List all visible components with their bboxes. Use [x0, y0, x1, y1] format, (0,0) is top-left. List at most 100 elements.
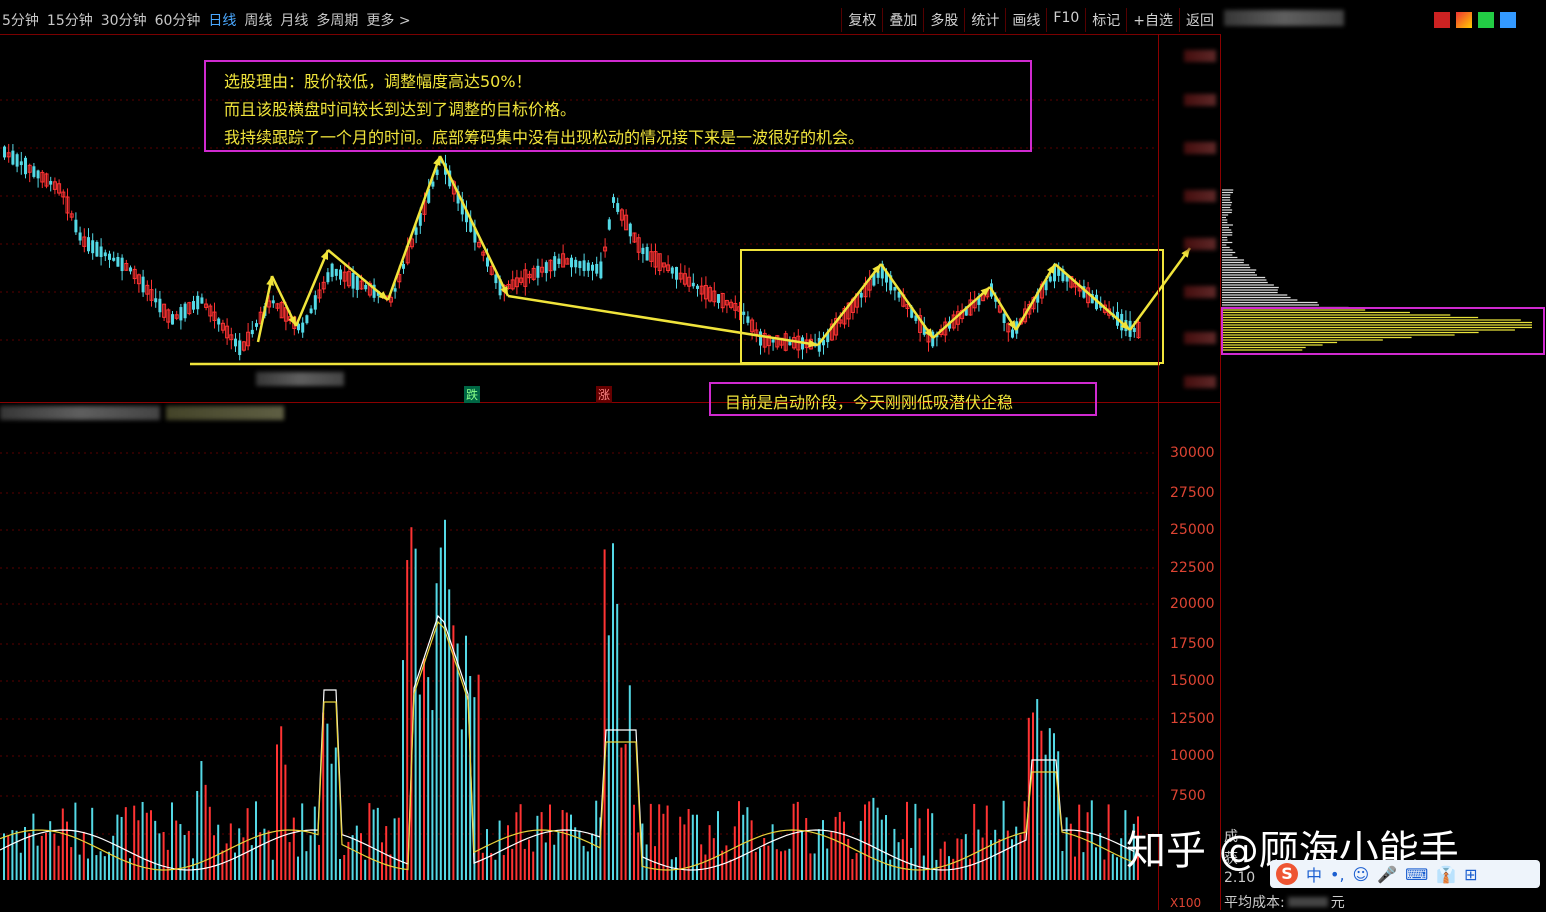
- volume-bar: [460, 729, 463, 880]
- volume-bar: [969, 858, 971, 880]
- volume-bar: [234, 852, 236, 880]
- volume-bar: [36, 845, 39, 880]
- volume-bar: [528, 839, 530, 880]
- volume-bar: [729, 859, 732, 880]
- candle: [141, 276, 145, 293]
- ime-menu-icon[interactable]: ⊞: [1464, 865, 1477, 884]
- ime-emoji-icon[interactable]: ☺: [1353, 865, 1370, 884]
- volume-bar: [292, 817, 295, 880]
- candle: [196, 295, 200, 310]
- volume-bar: [1086, 812, 1089, 880]
- avg-cost-row: 平均成本: 元: [1224, 892, 1345, 912]
- volume-bar: [481, 852, 484, 880]
- volume-bar: [330, 763, 333, 880]
- candle: [536, 265, 540, 278]
- volume-bar: [490, 852, 493, 880]
- trend-arrow: [817, 263, 882, 346]
- volume-bar: [397, 817, 400, 880]
- candle: [330, 263, 334, 277]
- candle: [364, 284, 368, 290]
- volume-bar: [213, 835, 215, 880]
- ime-skin-icon[interactable]: 👔: [1436, 865, 1456, 884]
- ime-keyboard-icon[interactable]: ⌨: [1405, 865, 1428, 884]
- candle: [200, 297, 204, 304]
- volume-bar: [124, 807, 127, 880]
- volume-bar: [704, 854, 707, 880]
- volume-bar: [271, 859, 274, 880]
- volume-bar: [78, 854, 81, 880]
- volume-bar: [985, 805, 988, 880]
- candle: [217, 318, 221, 325]
- volume-bar: [822, 820, 824, 880]
- volume-bar: [1019, 834, 1022, 880]
- volume-bar: [154, 820, 157, 880]
- volume-bar: [389, 854, 392, 880]
- avg-cost-label: 平均成本:: [1224, 895, 1285, 911]
- volume-bar: [427, 677, 430, 880]
- price-label-blurred: [1184, 50, 1216, 62]
- volume-bar: [889, 859, 892, 880]
- volume-tick: 12500: [1170, 711, 1215, 727]
- trend-arrow: [879, 263, 935, 339]
- volume-bar: [15, 830, 18, 880]
- volume-bar: [796, 801, 799, 880]
- candle: [1132, 328, 1136, 332]
- price-label-blurred: [1184, 190, 1216, 202]
- volume-bar: [809, 853, 812, 880]
- volume-bar: [817, 829, 820, 880]
- volume-bar: [494, 859, 497, 880]
- volume-bar: [456, 643, 459, 880]
- volume-bar: [1078, 804, 1081, 880]
- volume-bar: [893, 828, 896, 880]
- volume-bar: [91, 807, 94, 880]
- candle: [36, 170, 40, 179]
- volume-tick: 10000: [1170, 748, 1215, 764]
- ime-punct-icon[interactable]: •,: [1330, 865, 1345, 884]
- volume-bar: [246, 808, 249, 880]
- candle: [326, 272, 330, 283]
- volume-bar: [288, 842, 291, 880]
- volume-bar: [360, 833, 362, 880]
- candle: [74, 219, 78, 233]
- candle: [355, 275, 359, 290]
- candle: [859, 292, 863, 298]
- volume-bar: [851, 859, 854, 880]
- ime-toolbar[interactable]: S 中 •, ☺ 🎤 ⌨ 👔 ⊞: [1270, 860, 1540, 888]
- volume-bar: [805, 818, 808, 880]
- candle: [238, 340, 242, 356]
- price-label-blurred: [1184, 332, 1216, 344]
- volume-bar: [1053, 733, 1055, 880]
- ime-mic-icon[interactable]: 🎤: [1377, 865, 1397, 884]
- volume-bar: [255, 801, 257, 880]
- volume-bar: [813, 853, 816, 880]
- volume-bar: [238, 828, 241, 880]
- reason-line-2: 而且该股横盘时间较长到达到了调整的目标价格。: [224, 100, 577, 119]
- candle: [19, 161, 23, 166]
- candle: [78, 232, 82, 241]
- volume-bar: [372, 809, 375, 880]
- down-marker[interactable]: 跌: [464, 386, 481, 403]
- candle: [645, 246, 649, 261]
- trend-arrow: [932, 286, 991, 339]
- volume-bar: [74, 802, 77, 880]
- low-price-label-blurred: [256, 372, 344, 386]
- price-label-blurred: [1184, 286, 1216, 298]
- volume-bar: [712, 838, 715, 880]
- volume-bar: [586, 851, 589, 880]
- volume-bar: [885, 815, 887, 880]
- ime-lang[interactable]: 中: [1306, 862, 1322, 886]
- volume-bar: [612, 543, 614, 880]
- volume-bar: [448, 589, 451, 880]
- candle: [120, 257, 124, 272]
- up-marker[interactable]: 涨: [596, 386, 613, 403]
- volume-bar: [267, 830, 270, 880]
- volume-bar: [334, 747, 337, 880]
- volume-bar: [549, 804, 551, 880]
- volume-bar: [1082, 852, 1085, 880]
- volume-bar: [515, 812, 518, 880]
- volume-bar: [431, 710, 434, 880]
- volume-bar: [906, 801, 908, 880]
- volume-bar: [217, 824, 220, 880]
- volume-bar: [775, 849, 778, 880]
- volume-bar: [918, 818, 921, 880]
